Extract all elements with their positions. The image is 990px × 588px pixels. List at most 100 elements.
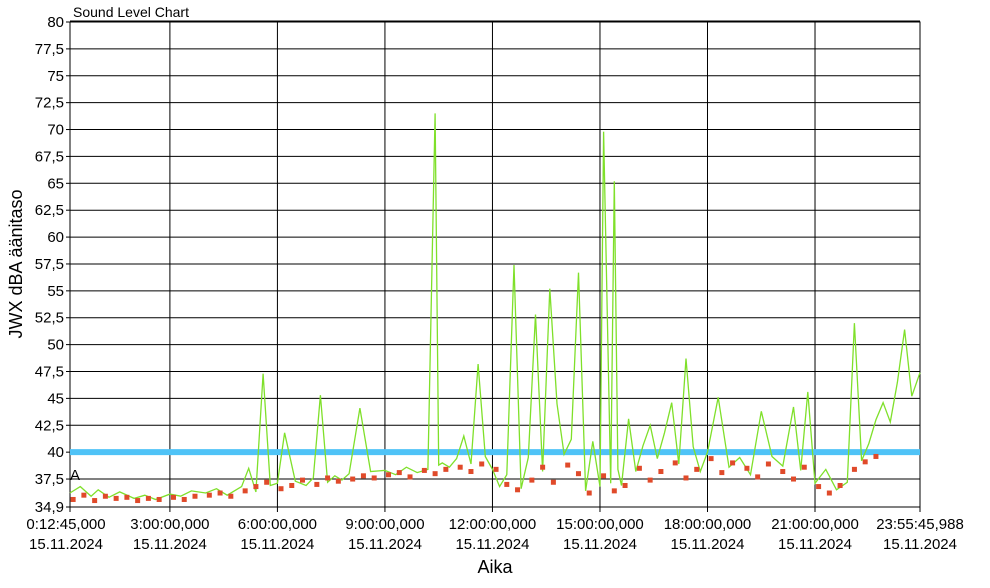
x-tick-date: 15.11.2024 (563, 536, 637, 553)
plot-area (69, 21, 921, 508)
y-tick-label: 37,5 (35, 471, 64, 488)
series-marker (228, 493, 234, 499)
x-tick-time: 12:00:00,000 (449, 516, 537, 533)
x-tick-time: 9:00:00,000 (345, 516, 424, 533)
series-marker (181, 496, 187, 502)
series-marker (862, 459, 868, 465)
y-tick-label: 47,5 (35, 364, 64, 381)
series-marker (550, 479, 556, 485)
series-marker (113, 495, 119, 501)
series-marker (278, 486, 284, 492)
y-tick-label: 80 (47, 14, 64, 31)
series-marker (396, 470, 402, 476)
series-marker (540, 464, 546, 470)
series-marker (683, 475, 689, 481)
y-tick-label: 72,5 (35, 95, 64, 112)
y-tick-label: 62,5 (35, 202, 64, 219)
x-tick-date: 15.11.2024 (29, 536, 103, 553)
x-tick-date: 15.11.2024 (455, 536, 529, 553)
series-marker (206, 492, 212, 498)
series-marker (765, 461, 771, 467)
x-tick-time: 18:00:00,000 (664, 516, 752, 533)
y-tick-label: 75 (47, 68, 64, 85)
x-axis-label: Aika (477, 557, 513, 577)
series-marker (289, 482, 295, 488)
series-marker (622, 482, 628, 488)
series-marker (719, 470, 725, 476)
series-marker (102, 493, 108, 499)
x-tick-date: 15.11.2024 (240, 536, 314, 553)
x-tick-time: 21:00:00,000 (771, 516, 859, 533)
series-marker (432, 471, 438, 477)
series-marker (744, 465, 750, 471)
series-marker (135, 498, 141, 504)
series-marker (371, 475, 377, 481)
series-marker (873, 453, 879, 459)
series-marker (156, 496, 162, 502)
series-marker (529, 477, 535, 483)
series-marker (335, 478, 341, 484)
y-tick-label: 60 (47, 229, 64, 246)
x-tick-time: 3:00:00,000 (130, 516, 209, 533)
y-tick-label: 57,5 (35, 256, 64, 273)
series-marker (647, 477, 653, 483)
series-marker (730, 460, 736, 466)
series-marker (493, 466, 499, 472)
x-tick-date: 15.11.2024 (671, 536, 745, 553)
series-marker (837, 482, 843, 488)
grid (69, 21, 921, 508)
x-tick-date: 15.11.2024 (778, 536, 852, 553)
series-marker (826, 490, 832, 496)
series-marker (70, 496, 76, 502)
series-marker (81, 492, 87, 498)
threshold-label: A (70, 467, 80, 484)
series-marker (325, 475, 331, 481)
series-marker (192, 493, 198, 499)
series-marker (170, 494, 176, 500)
x-tick-date: 15.11.2024 (348, 536, 422, 553)
x-tick-date: 15.11.2024 (883, 536, 957, 553)
series-marker (611, 488, 617, 494)
sound-level-chart: Sound Level Chart 80 77,5 75 72,5 70 67,5 65 62… (6, 4, 964, 577)
series-marker (658, 469, 664, 475)
y-tick-label: 67,5 (35, 148, 64, 165)
y-tick-label: 42,5 (35, 417, 64, 434)
series-marker (124, 494, 130, 500)
series-marker (92, 498, 98, 504)
series-marker (264, 479, 270, 485)
y-tick-label: 65 (47, 175, 64, 192)
x-tick-date: 15.11.2024 (133, 536, 207, 553)
series-marker (672, 460, 678, 466)
series-marker (457, 464, 463, 470)
series-marker (694, 466, 700, 472)
series-marker (360, 473, 366, 479)
series-marker (708, 456, 714, 462)
series-marker (300, 477, 306, 483)
x-tick-time: 23:55:45,988 (876, 516, 964, 533)
series-marker (801, 464, 807, 470)
y-tick-label: 50 (47, 337, 64, 354)
x-tick-time: 6:00:00,000 (238, 516, 317, 533)
series-marker (515, 487, 521, 493)
series-marker (314, 481, 320, 487)
y-tick-label: 40 (47, 444, 64, 461)
series-marker (386, 472, 392, 478)
y-tick-label: 34,9 (35, 499, 64, 516)
y-tick-label: 70 (47, 122, 64, 139)
series-marker (586, 490, 592, 496)
series-marker (816, 484, 822, 490)
series-marker (253, 484, 259, 490)
series-marker (217, 490, 223, 496)
series-marker (755, 474, 761, 480)
series-marker (565, 462, 571, 468)
y-tick-label: 77,5 (35, 41, 64, 58)
series-marker (421, 467, 427, 473)
series-marker (780, 469, 786, 475)
series-marker (636, 465, 642, 471)
series-marker (851, 466, 857, 472)
series-marker (479, 461, 485, 467)
series-marker (575, 471, 581, 477)
series-marker (601, 473, 607, 479)
series-marker (504, 481, 510, 487)
series-marker (350, 476, 356, 482)
